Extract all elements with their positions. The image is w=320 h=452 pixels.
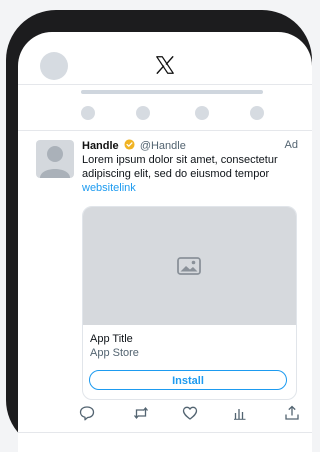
like-icon: [182, 406, 198, 420]
story-placeholder[interactable]: [136, 106, 150, 120]
post-body: Lorem ipsum dolor sit amet, consectetur …: [82, 153, 300, 195]
phone-screen: Handle @Handle Ad Lorem ipsum dolor sit …: [18, 32, 312, 452]
verified-badge-icon: [124, 139, 135, 150]
retweet-button[interactable]: [132, 404, 150, 422]
feed-divider: [18, 130, 312, 131]
top-bar: [18, 32, 312, 84]
share-button[interactable]: [283, 404, 301, 422]
image-icon: [177, 257, 201, 275]
reply-button[interactable]: [78, 404, 96, 422]
story-placeholder[interactable]: [250, 106, 264, 120]
like-button[interactable]: [181, 404, 199, 422]
app-store-label: App Store: [90, 347, 139, 359]
views-icon: [234, 409, 246, 420]
post-author-name[interactable]: Handle: [82, 140, 119, 152]
card-media[interactable]: [83, 207, 296, 325]
story-placeholder[interactable]: [195, 106, 209, 120]
phone-frame: Handle @Handle Ad Lorem ipsum dolor sit …: [6, 10, 312, 452]
stories-row: [18, 106, 312, 120]
install-button[interactable]: Install: [89, 370, 287, 390]
tab-bar-placeholder: [81, 90, 263, 94]
share-icon: [285, 405, 299, 420]
post-text: Lorem ipsum dolor sit amet, consectetur …: [82, 154, 278, 180]
reply-icon: [79, 406, 95, 421]
retweet-icon: [133, 406, 149, 420]
post-avatar[interactable]: [36, 140, 74, 178]
ad-label: Ad: [284, 139, 298, 151]
header-divider: [18, 84, 312, 85]
views-button[interactable]: [231, 404, 249, 422]
post-author-handle[interactable]: @Handle: [140, 140, 186, 152]
post-link[interactable]: websitelink: [82, 181, 300, 195]
profile-avatar[interactable]: [40, 52, 68, 80]
app-card[interactable]: App Title App Store Install: [82, 206, 297, 400]
story-placeholder[interactable]: [81, 106, 95, 120]
app-title: App Title: [90, 333, 133, 345]
actions-divider: [18, 432, 312, 433]
avatar-silhouette-icon: [40, 146, 70, 178]
x-logo-icon[interactable]: [154, 54, 176, 76]
